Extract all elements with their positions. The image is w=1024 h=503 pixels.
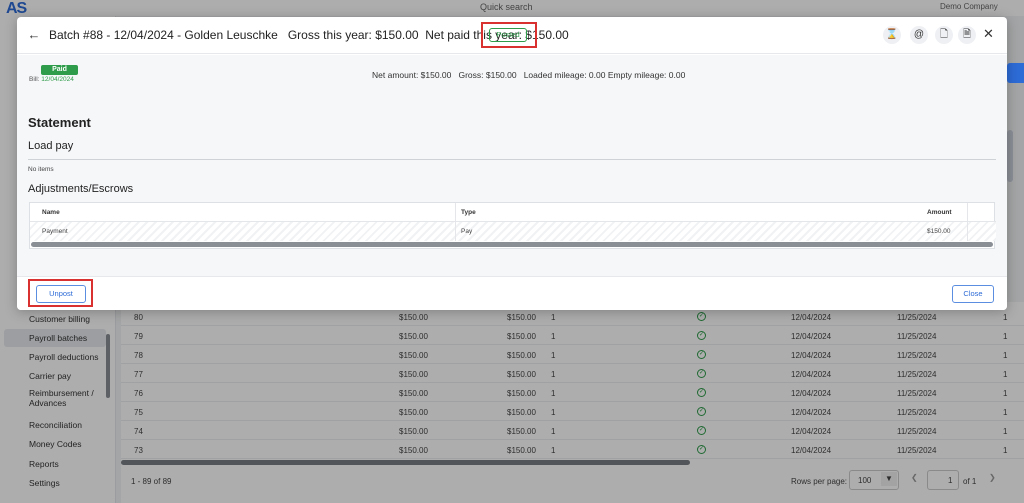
status-badge: Posted bbox=[489, 28, 527, 42]
modal-header: ← Batch #88 - 12/04/2024 - Golden Leusch… bbox=[17, 17, 1007, 54]
column-header-name[interactable]: Name bbox=[42, 209, 60, 216]
net-amount: Net amount: $150.00 bbox=[372, 70, 452, 80]
close-button[interactable]: Close bbox=[952, 285, 994, 303]
row-type: Pay bbox=[461, 228, 473, 235]
gross-amount: Gross: $150.00 bbox=[458, 70, 517, 80]
bill-info: Bill: 12/04/2024 bbox=[29, 76, 74, 83]
table-horizontal-scrollbar[interactable] bbox=[31, 242, 993, 247]
loaded-mileage: Loaded mileage: 0.00 bbox=[523, 70, 606, 80]
unpost-button[interactable]: Unpost bbox=[36, 285, 86, 303]
batch-title: Batch #88 - 12/04/2024 - Golden Leuschke bbox=[49, 28, 278, 42]
column-header-amount[interactable]: Amount bbox=[927, 209, 952, 216]
adjustments-heading: Adjustments/Escrows bbox=[28, 183, 134, 195]
batch-summary: Net amount: $150.00 Gross: $150.00 Loade… bbox=[372, 70, 685, 80]
hourglass-icon[interactable]: ⌛ bbox=[883, 26, 901, 44]
background-action-button bbox=[1007, 63, 1024, 83]
at-sign-icon[interactable]: @ bbox=[910, 26, 928, 44]
adjustments-table: Name Type Amount Payment Pay $150.00 bbox=[29, 202, 996, 249]
row-name: Payment bbox=[42, 228, 68, 235]
row-amount: $150.00 bbox=[927, 228, 951, 235]
divider bbox=[28, 159, 996, 160]
table-row[interactable]: Payment Pay $150.00 bbox=[30, 222, 996, 241]
batch-summary-bar: Paid Bill: 12/04/2024 Net amount: $150.0… bbox=[17, 55, 1007, 99]
document-icon[interactable]: 🗋 bbox=[935, 26, 953, 44]
column-header-type[interactable]: Type bbox=[461, 209, 476, 216]
statement-heading: Statement bbox=[28, 115, 91, 130]
column-divider bbox=[967, 203, 968, 241]
statement-section: Statement Load pay No items Adjustments/… bbox=[17, 99, 1007, 276]
payroll-batch-modal: ← Batch #88 - 12/04/2024 - Golden Leusch… bbox=[17, 17, 1007, 310]
pdf-document-icon[interactable]: 🗎 bbox=[958, 26, 976, 44]
close-icon[interactable]: ✕ bbox=[983, 26, 994, 42]
back-arrow-icon[interactable]: ← bbox=[26, 27, 42, 43]
modal-footer: Unpost Close bbox=[17, 276, 1007, 310]
load-pay-empty: No items bbox=[28, 166, 54, 173]
paid-badge: Paid bbox=[41, 65, 78, 75]
load-pay-heading: Load pay bbox=[28, 140, 74, 152]
gross-this-year: Gross this year: $150.00 bbox=[287, 28, 419, 42]
modal-scrollbar[interactable] bbox=[1007, 130, 1013, 182]
bill-date: 12/04/2024 bbox=[41, 76, 74, 83]
column-divider bbox=[455, 203, 456, 241]
empty-mileage: Empty mileage: 0.00 bbox=[607, 70, 686, 80]
